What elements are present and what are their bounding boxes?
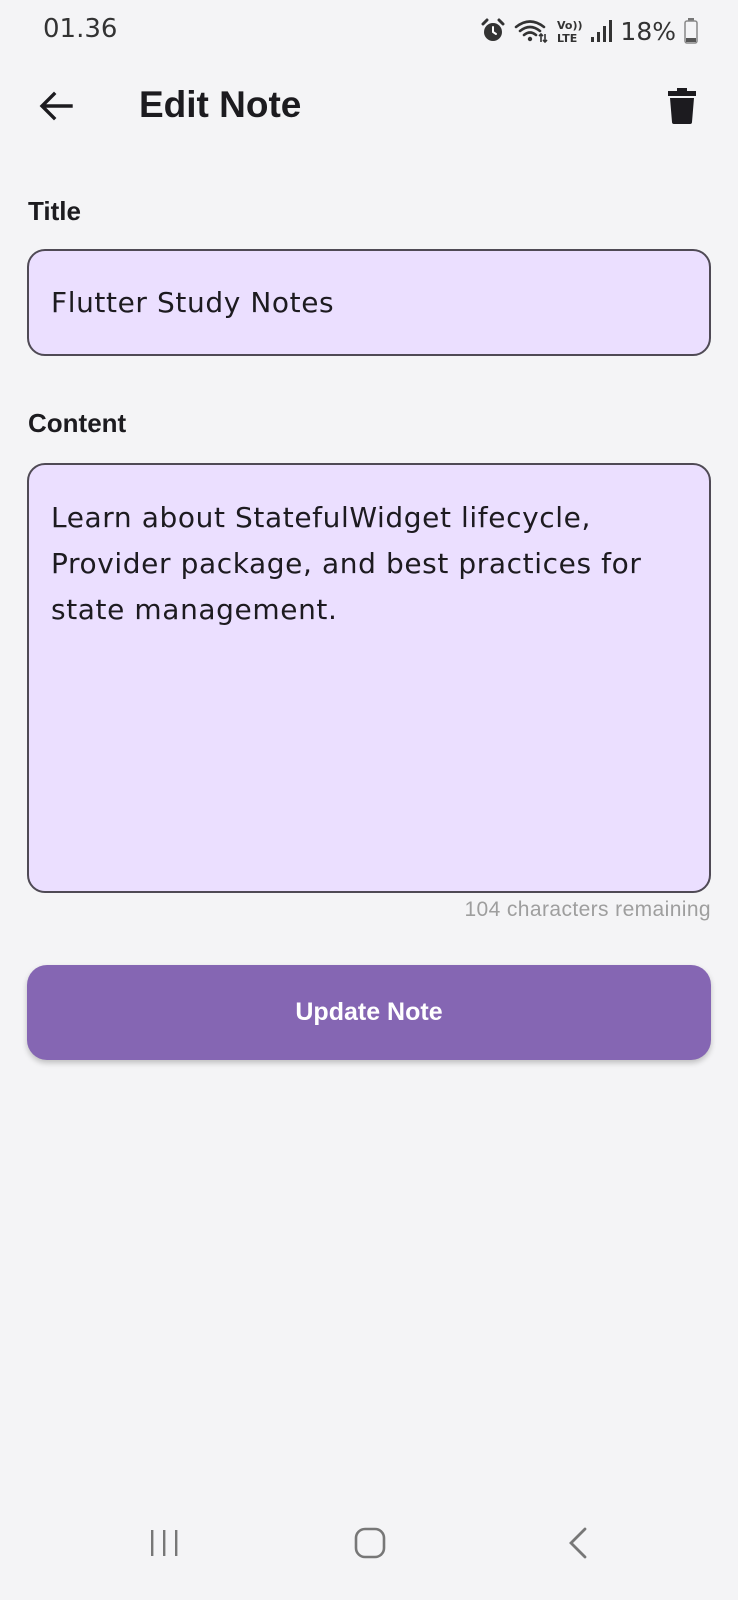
svg-text:Vo)): Vo)) — [557, 19, 582, 32]
system-back-button[interactable] — [538, 1510, 618, 1580]
back-icon — [566, 1526, 590, 1565]
home-icon — [353, 1526, 387, 1565]
status-icons: Vo)) LTE 18% — [480, 14, 698, 48]
status-bar: 01.36 Vo)) LTE 18% — [0, 0, 738, 60]
back-button[interactable] — [30, 82, 82, 134]
battery-percent: 18% — [620, 16, 676, 46]
arrow-left-icon — [39, 91, 73, 126]
battery-icon — [684, 18, 698, 44]
home-button[interactable] — [330, 1510, 410, 1580]
status-time: 01.36 — [43, 14, 118, 44]
system-nav-bar — [0, 1490, 738, 1600]
recents-icon — [148, 1528, 180, 1563]
edit-note-screen: 01.36 Vo)) LTE 18% Edit Note Title Flutt… — [0, 0, 738, 1600]
delete-button[interactable] — [656, 82, 708, 134]
title-label: Title — [28, 196, 81, 226]
update-note-button-label: Update Note — [295, 998, 443, 1026]
app-bar: Edit Note — [0, 60, 738, 156]
title-input[interactable]: Flutter Study Notes — [27, 249, 711, 356]
content-label: Content — [28, 408, 127, 438]
trash-icon — [668, 87, 696, 129]
signal-icon — [590, 19, 613, 43]
svg-text:LTE: LTE — [557, 32, 577, 45]
wifi-icon — [514, 18, 548, 44]
char-counter: 104 characters remaining — [464, 898, 711, 921]
title-input-value: Flutter Study Notes — [51, 286, 335, 319]
volte-icon: Vo)) LTE — [556, 17, 582, 45]
page-title: Edit Note — [139, 84, 302, 125]
recents-button[interactable] — [124, 1510, 204, 1580]
alarm-icon — [480, 18, 506, 44]
content-input[interactable]: Learn about StatefulWidget lifecycle, Pr… — [27, 463, 711, 893]
update-note-button[interactable]: Update Note — [27, 965, 711, 1060]
